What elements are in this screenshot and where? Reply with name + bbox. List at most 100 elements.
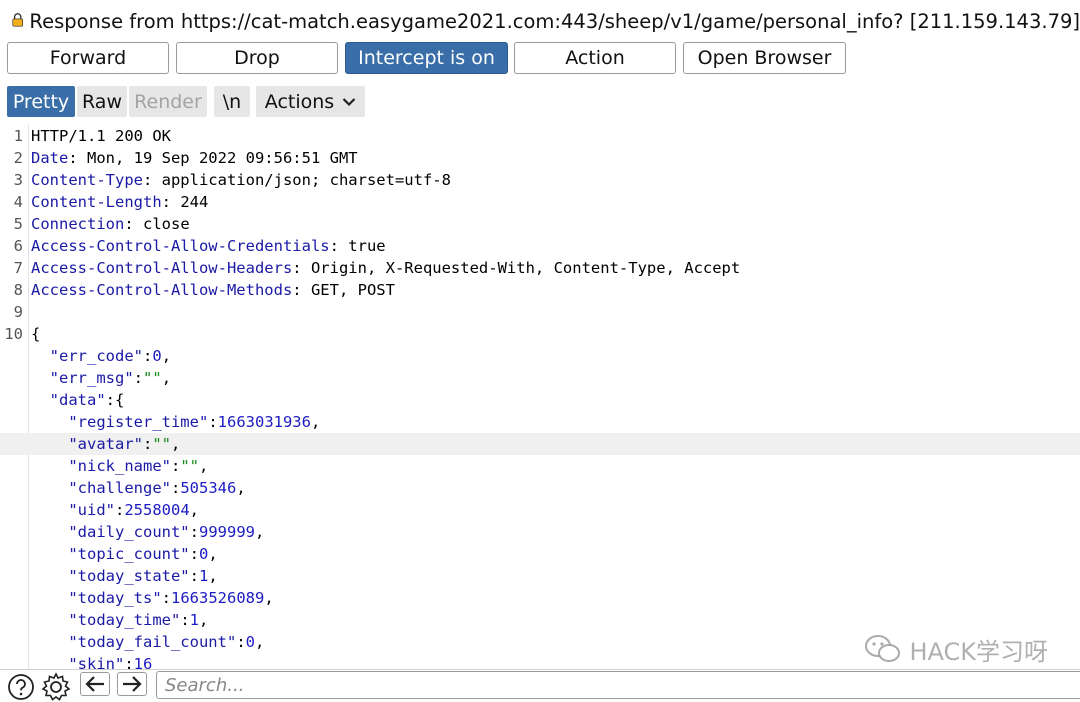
- line-content: Date: Mon, 19 Sep 2022 09:56:51 GMT: [31, 147, 358, 169]
- json-comma: ,: [189, 501, 200, 519]
- title-bar: Response from https://cat-match.easygame…: [0, 0, 1080, 42]
- json-comma: ,: [255, 633, 265, 651]
- view-tabs: Pretty Raw Render \n Actions: [0, 86, 1080, 118]
- lock-icon: [12, 13, 23, 27]
- line-content: Access-Control-Allow-Credentials: true: [31, 235, 386, 257]
- json-value: 505346: [180, 479, 237, 497]
- json-key: "skin": [68, 655, 125, 669]
- json-key: "today_fail_count": [68, 633, 237, 651]
- line-number: 3: [13, 171, 23, 189]
- json-key: "topic_count": [68, 545, 190, 563]
- json-key: "today_time": [68, 611, 181, 629]
- tab-render[interactable]: Render: [129, 86, 207, 117]
- response-editor[interactable]: 1 HTTP/1.1 200 OK 2 Date: Mon, 19 Sep 2022 …: [0, 124, 1080, 669]
- request-title: Response from https://cat-match.easygame…: [29, 9, 1080, 33]
- json-line: "err_code":0,: [0, 345, 1080, 367]
- newline-toggle[interactable]: \n: [214, 86, 250, 117]
- line-content: "challenge":505346,: [31, 477, 246, 499]
- json-value: {: [115, 391, 125, 409]
- json-colon: :: [115, 501, 125, 519]
- header-value: : Mon, 19 Sep 2022 09:56:51 GMT: [68, 149, 358, 167]
- header-name: Access-Control-Allow-Headers: [31, 259, 293, 277]
- json-comma: ,: [236, 479, 246, 497]
- line-content: Content-Length: 244: [31, 191, 208, 213]
- line-number: 6: [13, 237, 23, 255]
- line-content: "register_time":1663031936,: [31, 411, 320, 433]
- header-name: Content-Length: [31, 193, 162, 211]
- json-colon: :: [189, 567, 199, 585]
- header-name: Content-Type: [31, 171, 143, 189]
- line-content: {: [31, 323, 40, 345]
- line-content: Connection: close: [31, 213, 190, 235]
- back-arrow-icon[interactable]: [80, 672, 110, 696]
- json-value: 0: [245, 633, 255, 651]
- json-key: "register_time": [68, 413, 209, 431]
- json-comma: ,: [171, 435, 181, 453]
- help-icon[interactable]: [6, 672, 36, 700]
- json-value: 2558004: [124, 501, 190, 519]
- json-colon: :: [133, 369, 144, 387]
- tab-pretty[interactable]: Pretty: [7, 86, 75, 117]
- forward-arrow-icon[interactable]: [117, 672, 147, 696]
- action-button[interactable]: Action: [514, 42, 676, 74]
- line-content: Access-Control-Allow-Headers: Origin, X-…: [31, 257, 740, 279]
- json-colon: :: [143, 347, 153, 365]
- tab-raw[interactable]: Raw: [77, 86, 127, 117]
- json-value: 1663526089: [171, 589, 265, 607]
- code-line: 4 Content-Length: 244: [0, 191, 1080, 213]
- json-line: "nick_name":"",: [0, 455, 1080, 477]
- settings-icon[interactable]: [40, 672, 72, 701]
- actions-dropdown[interactable]: Actions: [256, 86, 365, 117]
- header-value: : true: [329, 237, 386, 255]
- json-comma: ,: [161, 347, 172, 365]
- line-number: 4: [13, 193, 23, 211]
- json-value: 1663031936: [217, 413, 311, 431]
- json-value: 0: [152, 347, 162, 365]
- json-key: "avatar": [68, 435, 143, 453]
- json-value: "": [152, 435, 171, 453]
- chevron-down-icon: [342, 97, 356, 106]
- header-name: HTTP/1.1 200 OK: [31, 127, 171, 145]
- code-line: 7 Access-Control-Allow-Headers: Origin, X…: [0, 257, 1080, 279]
- json-comma: ,: [310, 413, 321, 431]
- header-name: Access-Control-Allow-Methods: [31, 281, 293, 299]
- intercept-toggle-button[interactable]: Intercept is on: [345, 42, 508, 74]
- line-number: 7: [13, 259, 23, 277]
- bottom-bar: [0, 669, 1080, 701]
- json-line: "err_msg":"",: [0, 367, 1080, 389]
- forward-button[interactable]: Forward: [7, 42, 169, 74]
- actions-label: Actions: [264, 90, 335, 113]
- line-number: 9: [13, 303, 23, 321]
- json-line: "challenge":505346,: [0, 477, 1080, 499]
- proxy-toolbar: Forward Drop Intercept is on Action Open…: [0, 42, 1080, 76]
- code-line: 9: [0, 301, 1080, 323]
- code-line: 10 {: [0, 323, 1080, 345]
- json-colon: :: [161, 589, 171, 607]
- json-key: "err_code": [49, 347, 143, 365]
- json-value: "": [143, 369, 162, 387]
- code-line: 8 Access-Control-Allow-Methods: GET, POST: [0, 279, 1080, 301]
- open-browser-button[interactable]: Open Browser: [683, 42, 846, 74]
- json-value: 1: [199, 567, 209, 585]
- json-line: "topic_count":0,: [0, 543, 1080, 565]
- json-key: "daily_count": [68, 523, 190, 541]
- header-value: : GET, POST: [292, 281, 395, 299]
- json-line: "data":{: [0, 389, 1080, 411]
- json-colon: :: [180, 611, 190, 629]
- drop-button[interactable]: Drop: [176, 42, 338, 74]
- json-colon: :: [189, 545, 199, 563]
- json-colon: :: [236, 633, 246, 651]
- json-value: 999999: [199, 523, 255, 541]
- header-value: {: [31, 325, 41, 343]
- line-content: "today_ts":1663526089,: [31, 587, 273, 609]
- json-key: "today_state": [68, 567, 190, 585]
